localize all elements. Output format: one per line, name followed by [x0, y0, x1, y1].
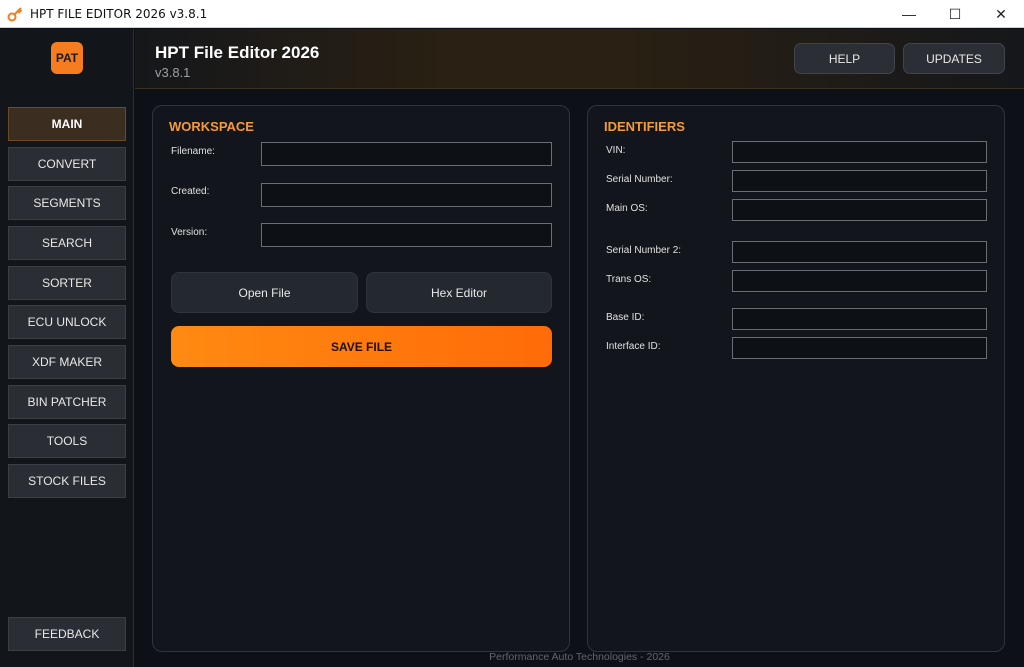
main-os-input[interactable] [732, 199, 987, 221]
workspace-title: WORKSPACE [169, 119, 254, 134]
trans-os-label: Trans OS: [606, 274, 652, 285]
sidebar-item-search[interactable]: SEARCH [8, 226, 126, 260]
save-file-button[interactable]: SAVE FILE [171, 326, 552, 367]
vin-input[interactable] [732, 141, 987, 163]
base-id-label: Base ID: [606, 312, 645, 323]
serial-number-2-label: Serial Number 2: [606, 245, 682, 256]
updates-button[interactable]: UPDATES [903, 43, 1005, 74]
base-id-input[interactable] [732, 308, 987, 330]
window-controls: — ☐ ✕ [886, 0, 1024, 28]
app-version: v3.8.1 [155, 65, 191, 80]
vin-label: VIN: [606, 145, 626, 156]
sidebar-item-ecu-unlock[interactable]: ECU UNLOCK [8, 305, 126, 339]
sidebar-item-convert[interactable]: CONVERT [8, 147, 126, 181]
sidebar-item-sorter[interactable]: SORTER [8, 266, 126, 300]
identifiers-title: IDENTIFIERS [604, 119, 685, 134]
sidebar-item-tools[interactable]: TOOLS [8, 424, 126, 458]
sidebar-item-main[interactable]: MAIN [8, 107, 126, 141]
created-label: Created: [171, 186, 210, 197]
workspace-panel: WORKSPACE Filename: Created: Version: Op… [152, 105, 570, 652]
created-input[interactable] [261, 183, 552, 207]
filename-label: Filename: [171, 146, 215, 157]
identifiers-panel: IDENTIFIERS VIN: Serial Number: Main OS:… [587, 105, 1005, 652]
help-button[interactable]: HELP [794, 43, 895, 74]
app-title: HPT File Editor 2026 [155, 43, 320, 62]
sidebar: PAT MAIN CONVERT SEGMENTS SEARCH SORTER … [0, 29, 134, 667]
serial-number-label: Serial Number: [606, 174, 673, 185]
close-button[interactable]: ✕ [978, 0, 1024, 28]
hex-editor-button[interactable]: Hex Editor [366, 272, 552, 313]
serial-number-input[interactable] [732, 170, 987, 192]
sidebar-item-segments[interactable]: SEGMENTS [8, 186, 126, 220]
window-title: HPT FILE EDITOR 2026 v3.8.1 [30, 6, 208, 21]
window-titlebar: HPT FILE EDITOR 2026 v3.8.1 — ☐ ✕ [0, 0, 1024, 28]
filename-input[interactable] [261, 142, 552, 166]
sidebar-item-xdf-maker[interactable]: XDF MAKER [8, 345, 126, 379]
minimize-button[interactable]: — [886, 0, 932, 28]
serial-number-2-input[interactable] [732, 241, 987, 263]
sidebar-item-stock-files[interactable]: STOCK FILES [8, 464, 126, 498]
footer-text: Performance Auto Technologies - 2026 [489, 651, 670, 663]
maximize-button[interactable]: ☐ [932, 0, 978, 28]
app-header: HPT File Editor 2026 v3.8.1 HELP UPDATES [135, 29, 1024, 89]
feedback-button[interactable]: FEEDBACK [8, 617, 126, 651]
version-label: Version: [171, 227, 208, 238]
trans-os-input[interactable] [732, 270, 987, 292]
main-os-label: Main OS: [606, 203, 648, 214]
interface-id-label: Interface ID: [606, 341, 661, 352]
open-file-button[interactable]: Open File [171, 272, 358, 313]
app-icon [7, 6, 23, 21]
version-input[interactable] [261, 223, 552, 247]
interface-id-input[interactable] [732, 337, 987, 359]
pat-logo: PAT [51, 42, 83, 74]
sidebar-item-bin-patcher[interactable]: BIN PATCHER [8, 385, 126, 419]
